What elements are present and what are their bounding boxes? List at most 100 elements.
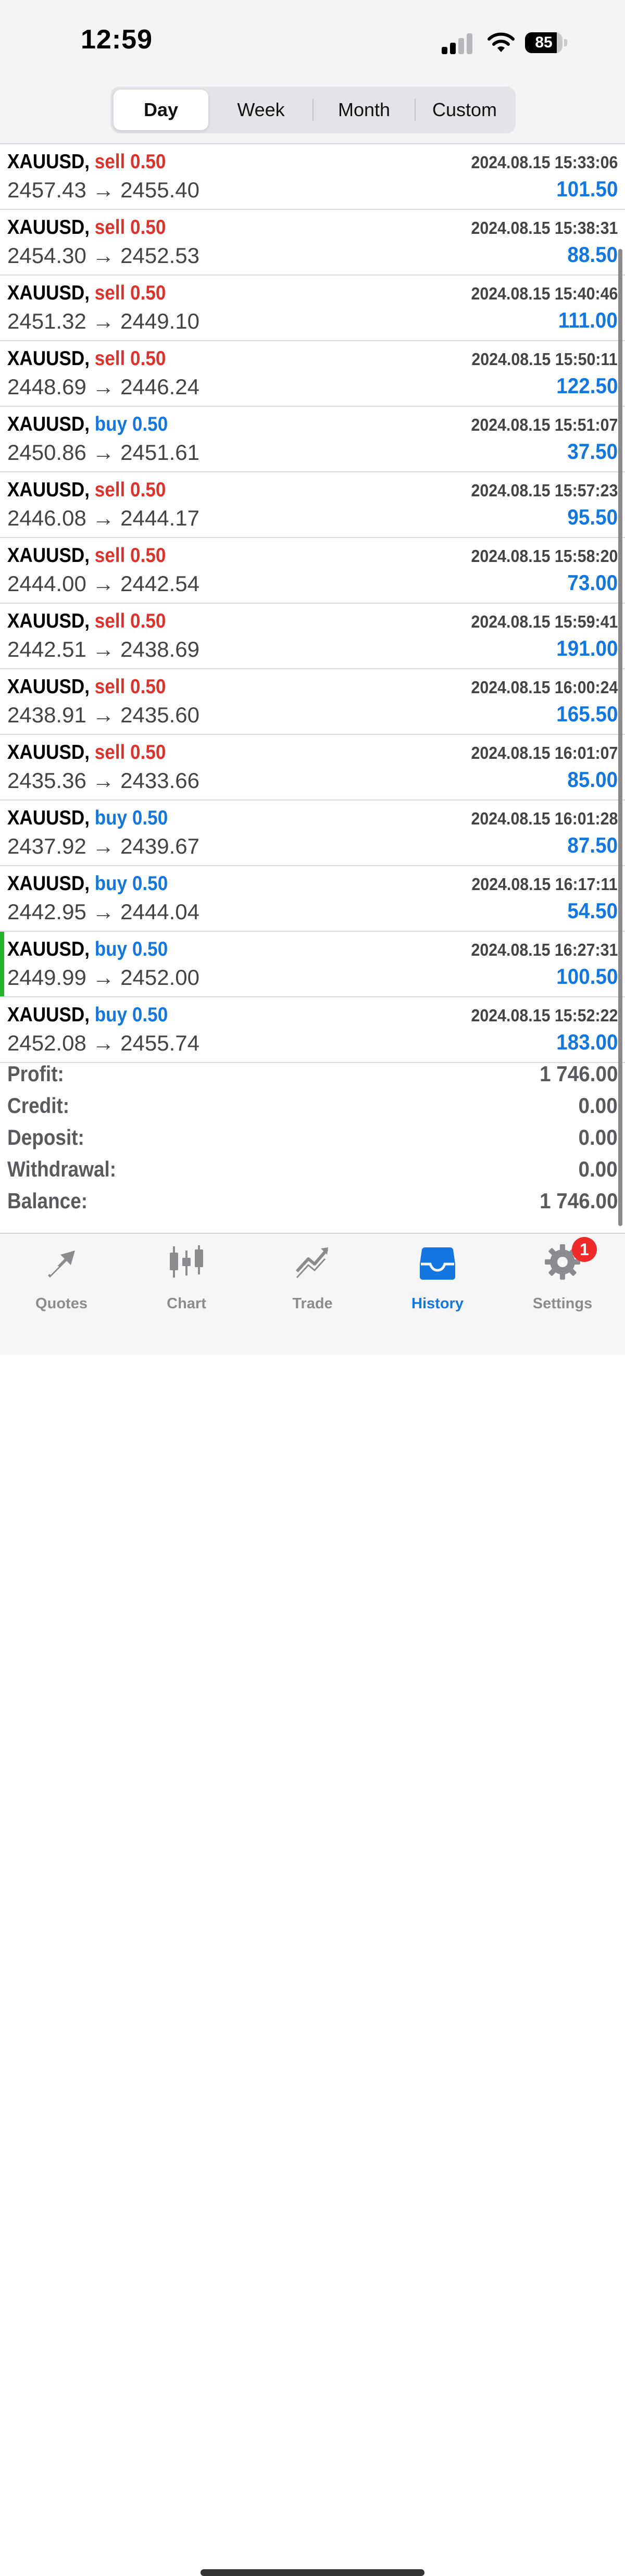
trade-row[interactable]: XAUUSD, buy 0.50 2437.92 → 2439.67 2024.08… bbox=[0, 801, 625, 866]
summary-value: 1 746.00 bbox=[539, 1061, 618, 1086]
scrollbar[interactable] bbox=[618, 249, 622, 1226]
trade-direction: buy bbox=[94, 1004, 128, 1026]
trade-row[interactable]: XAUUSD, sell 0.50 2444.00 → 2442.54 2024.0… bbox=[0, 538, 625, 604]
close-price: 2449.10 bbox=[120, 309, 199, 333]
trade-profit: 73.00 bbox=[567, 570, 618, 595]
period-tab-day[interactable]: Day bbox=[114, 90, 208, 130]
trade-volume: 0.50 bbox=[130, 676, 166, 698]
summary-row: Profit: 1 746.00 bbox=[0, 1057, 625, 1089]
arrow-right-icon: → bbox=[92, 309, 115, 333]
summary-label: Balance: bbox=[7, 1189, 88, 1213]
arrow-right-icon: → bbox=[92, 374, 115, 399]
trade-volume: 0.50 bbox=[130, 282, 166, 304]
trade-volume: 0.50 bbox=[130, 347, 166, 370]
close-price: 2444.17 bbox=[120, 506, 199, 530]
trade-volume: 0.50 bbox=[130, 216, 166, 239]
trade-timestamp: 2024.08.15 15:52:22 bbox=[471, 1006, 618, 1025]
open-price: 2442.95 bbox=[7, 899, 86, 924]
period-tab-month[interactable]: Month bbox=[315, 90, 414, 130]
trade-symbol-line: XAUUSD, sell 0.50 bbox=[7, 479, 166, 502]
trade-row[interactable]: XAUUSD, sell 0.50 2446.08 → 2444.17 2024.0… bbox=[0, 472, 625, 538]
open-price: 2442.51 bbox=[7, 637, 86, 661]
trade-row[interactable]: XAUUSD, sell 0.50 2454.30 → 2452.53 2024.0… bbox=[0, 210, 625, 276]
summary-label: Profit: bbox=[7, 1061, 64, 1086]
battery-level: 85 bbox=[535, 34, 553, 51]
summary-value: 0.00 bbox=[578, 1125, 618, 1149]
top-bar: 12:59 85 Day Week Month Custom bbox=[0, 0, 625, 144]
trade-symbol-line: XAUUSD, sell 0.50 bbox=[7, 347, 166, 370]
trade-symbol-line: XAUUSD, buy 0.50 bbox=[7, 807, 168, 830]
summary-label: Deposit: bbox=[7, 1125, 84, 1149]
arrow-right-icon: → bbox=[92, 637, 115, 661]
trade-timestamp: 2024.08.15 16:17:11 bbox=[471, 874, 618, 894]
trade-row[interactable]: XAUUSD, sell 0.50 2435.36 → 2433.66 2024.0… bbox=[0, 735, 625, 801]
trade-row[interactable]: XAUUSD, buy 0.50 2450.86 → 2451.61 2024.08… bbox=[0, 407, 625, 472]
arrow-right-icon: → bbox=[92, 834, 115, 858]
summary-row: Deposit: 0.00 bbox=[0, 1121, 625, 1153]
trade-symbol: XAUUSD, bbox=[7, 807, 90, 829]
open-price: 2454.30 bbox=[7, 243, 86, 268]
history-inbox-icon bbox=[420, 1247, 455, 1280]
trade-timestamp: 2024.08.15 15:33:06 bbox=[471, 153, 618, 172]
trade-row[interactable]: XAUUSD, sell 0.50 2448.69 → 2446.24 2024.0… bbox=[0, 341, 625, 407]
arrow-right-icon: → bbox=[92, 899, 115, 924]
cellular-signal-icon bbox=[442, 31, 475, 54]
selected-row-marker bbox=[0, 932, 4, 996]
trade-direction: sell bbox=[94, 216, 126, 239]
trade-symbol: XAUUSD, bbox=[7, 544, 90, 567]
trade-symbol: XAUUSD, bbox=[7, 413, 90, 435]
trade-row[interactable]: XAUUSD, sell 0.50 2451.32 → 2449.10 2024.0… bbox=[0, 276, 625, 341]
trade-row[interactable]: XAUUSD, sell 0.50 2442.51 → 2438.69 2024.0… bbox=[0, 604, 625, 669]
tab-trade[interactable]: Trade bbox=[260, 1243, 365, 1316]
trade-profit: 183.00 bbox=[556, 1030, 618, 1054]
trade-volume: 0.50 bbox=[130, 610, 166, 632]
trade-profit: 122.50 bbox=[556, 373, 618, 398]
home-indicator bbox=[201, 2569, 424, 2576]
arrow-right-icon: → bbox=[92, 178, 115, 202]
period-tab-week[interactable]: Week bbox=[213, 90, 309, 130]
open-price: 2444.00 bbox=[7, 571, 86, 596]
tab-history[interactable]: History bbox=[385, 1243, 490, 1316]
trade-timestamp: 2024.08.15 15:38:31 bbox=[471, 218, 618, 237]
trade-history-list: XAUUSD, sell 0.50 2457.43 → 2455.40 2024.0… bbox=[0, 144, 625, 1063]
trade-row[interactable]: XAUUSD, buy 0.50 2442.95 → 2444.04 2024.08… bbox=[0, 866, 625, 932]
trade-symbol: XAUUSD, bbox=[7, 282, 90, 304]
period-tab-custom[interactable]: Custom bbox=[416, 90, 514, 130]
summary-value: 0.00 bbox=[578, 1093, 618, 1118]
trade-symbol: XAUUSD, bbox=[7, 676, 90, 698]
trade-symbol-line: XAUUSD, buy 0.50 bbox=[7, 1004, 168, 1027]
trade-profit: 87.50 bbox=[567, 833, 618, 857]
wifi-icon bbox=[488, 32, 515, 52]
trade-symbol-line: XAUUSD, sell 0.50 bbox=[7, 544, 166, 567]
trade-symbol-line: XAUUSD, sell 0.50 bbox=[7, 610, 166, 633]
open-price: 2438.91 bbox=[7, 703, 86, 727]
trade-row[interactable]: XAUUSD, buy 0.50 2449.99 → 2452.00 2024.08… bbox=[0, 932, 625, 997]
open-price: 2449.99 bbox=[7, 965, 86, 990]
open-price: 2451.32 bbox=[7, 309, 86, 333]
close-price: 2438.69 bbox=[120, 637, 199, 661]
trade-profit: 101.50 bbox=[556, 177, 618, 201]
summary-row: Withdrawal: 0.00 bbox=[0, 1153, 625, 1184]
open-price: 2448.69 bbox=[7, 374, 86, 399]
tab-quotes[interactable]: Quotes bbox=[9, 1243, 114, 1316]
trade-row[interactable]: XAUUSD, sell 0.50 2457.43 → 2455.40 2024.0… bbox=[0, 144, 625, 210]
trade-prices: 2435.36 → 2433.66 bbox=[7, 768, 199, 793]
tab-settings[interactable]: 1 Settings bbox=[510, 1237, 615, 1316]
close-price: 2435.60 bbox=[120, 703, 199, 727]
trade-volume: 0.50 bbox=[132, 807, 168, 829]
trade-prices: 2442.95 → 2444.04 bbox=[7, 899, 199, 924]
trade-row[interactable]: XAUUSD, sell 0.50 2438.91 → 2435.60 2024.0… bbox=[0, 669, 625, 735]
trade-symbol: XAUUSD, bbox=[7, 1004, 90, 1026]
close-price: 2444.04 bbox=[120, 899, 199, 924]
arrow-right-icon: → bbox=[92, 1031, 115, 1055]
trade-symbol: XAUUSD, bbox=[7, 479, 90, 501]
trade-direction: buy bbox=[94, 872, 128, 895]
trade-volume: 0.50 bbox=[132, 938, 168, 960]
trade-timestamp: 2024.08.15 16:27:31 bbox=[471, 940, 618, 959]
trade-direction: buy bbox=[94, 413, 128, 435]
tab-chart[interactable]: Chart bbox=[134, 1243, 239, 1316]
trade-symbol: XAUUSD, bbox=[7, 347, 90, 370]
trade-row[interactable]: XAUUSD, buy 0.50 2452.08 → 2455.74 2024.08… bbox=[0, 997, 625, 1063]
trade-volume: 0.50 bbox=[130, 151, 166, 173]
close-price: 2452.53 bbox=[120, 243, 199, 268]
